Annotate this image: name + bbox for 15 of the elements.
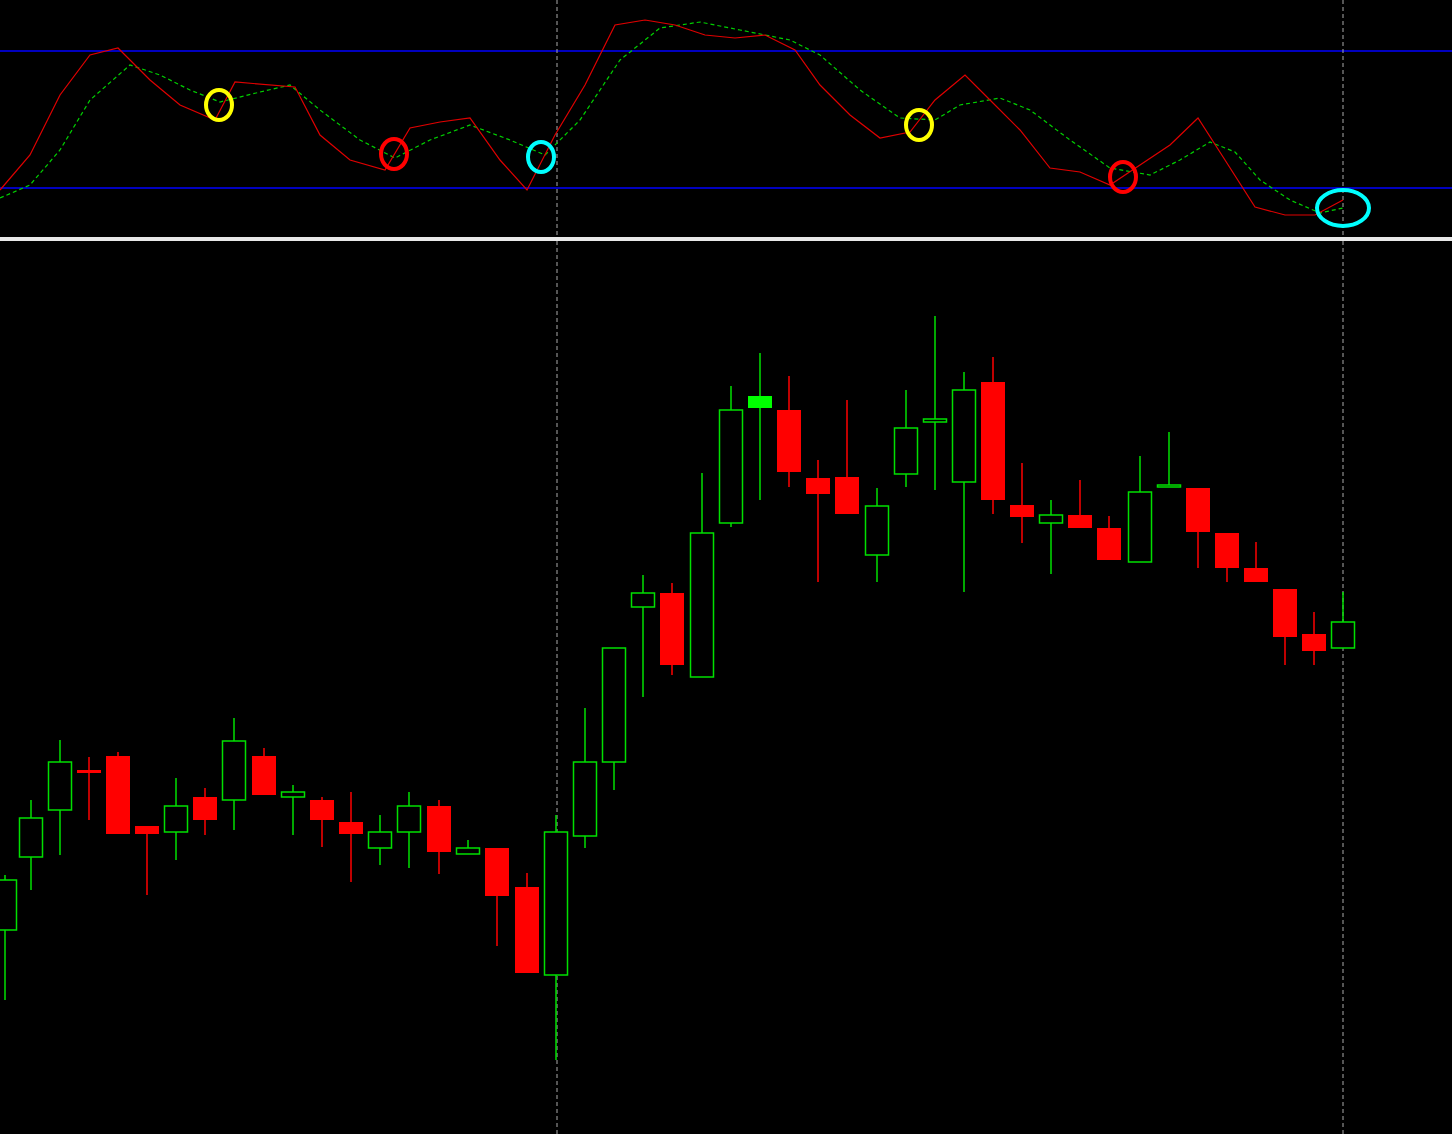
bearish-candlestick [252, 747, 276, 796]
bullish-candlestick [455, 839, 481, 855]
bearish-candlestick [193, 787, 217, 836]
bearish-candlestick [1097, 515, 1121, 561]
bullish-candlestick [367, 814, 393, 866]
bearish-candlestick [1302, 611, 1326, 666]
bearish-candlestick [1068, 479, 1092, 529]
bearish-candlestick [1244, 541, 1268, 583]
bearish-candlestick [310, 796, 334, 848]
bearish-candlestick [1215, 532, 1239, 583]
bearish-candlestick [77, 756, 101, 821]
bullish-candlestick [1330, 591, 1356, 649]
bullish-candlestick [280, 784, 306, 836]
bearish-candlestick [135, 825, 159, 896]
bullish-candlestick [1156, 431, 1182, 488]
